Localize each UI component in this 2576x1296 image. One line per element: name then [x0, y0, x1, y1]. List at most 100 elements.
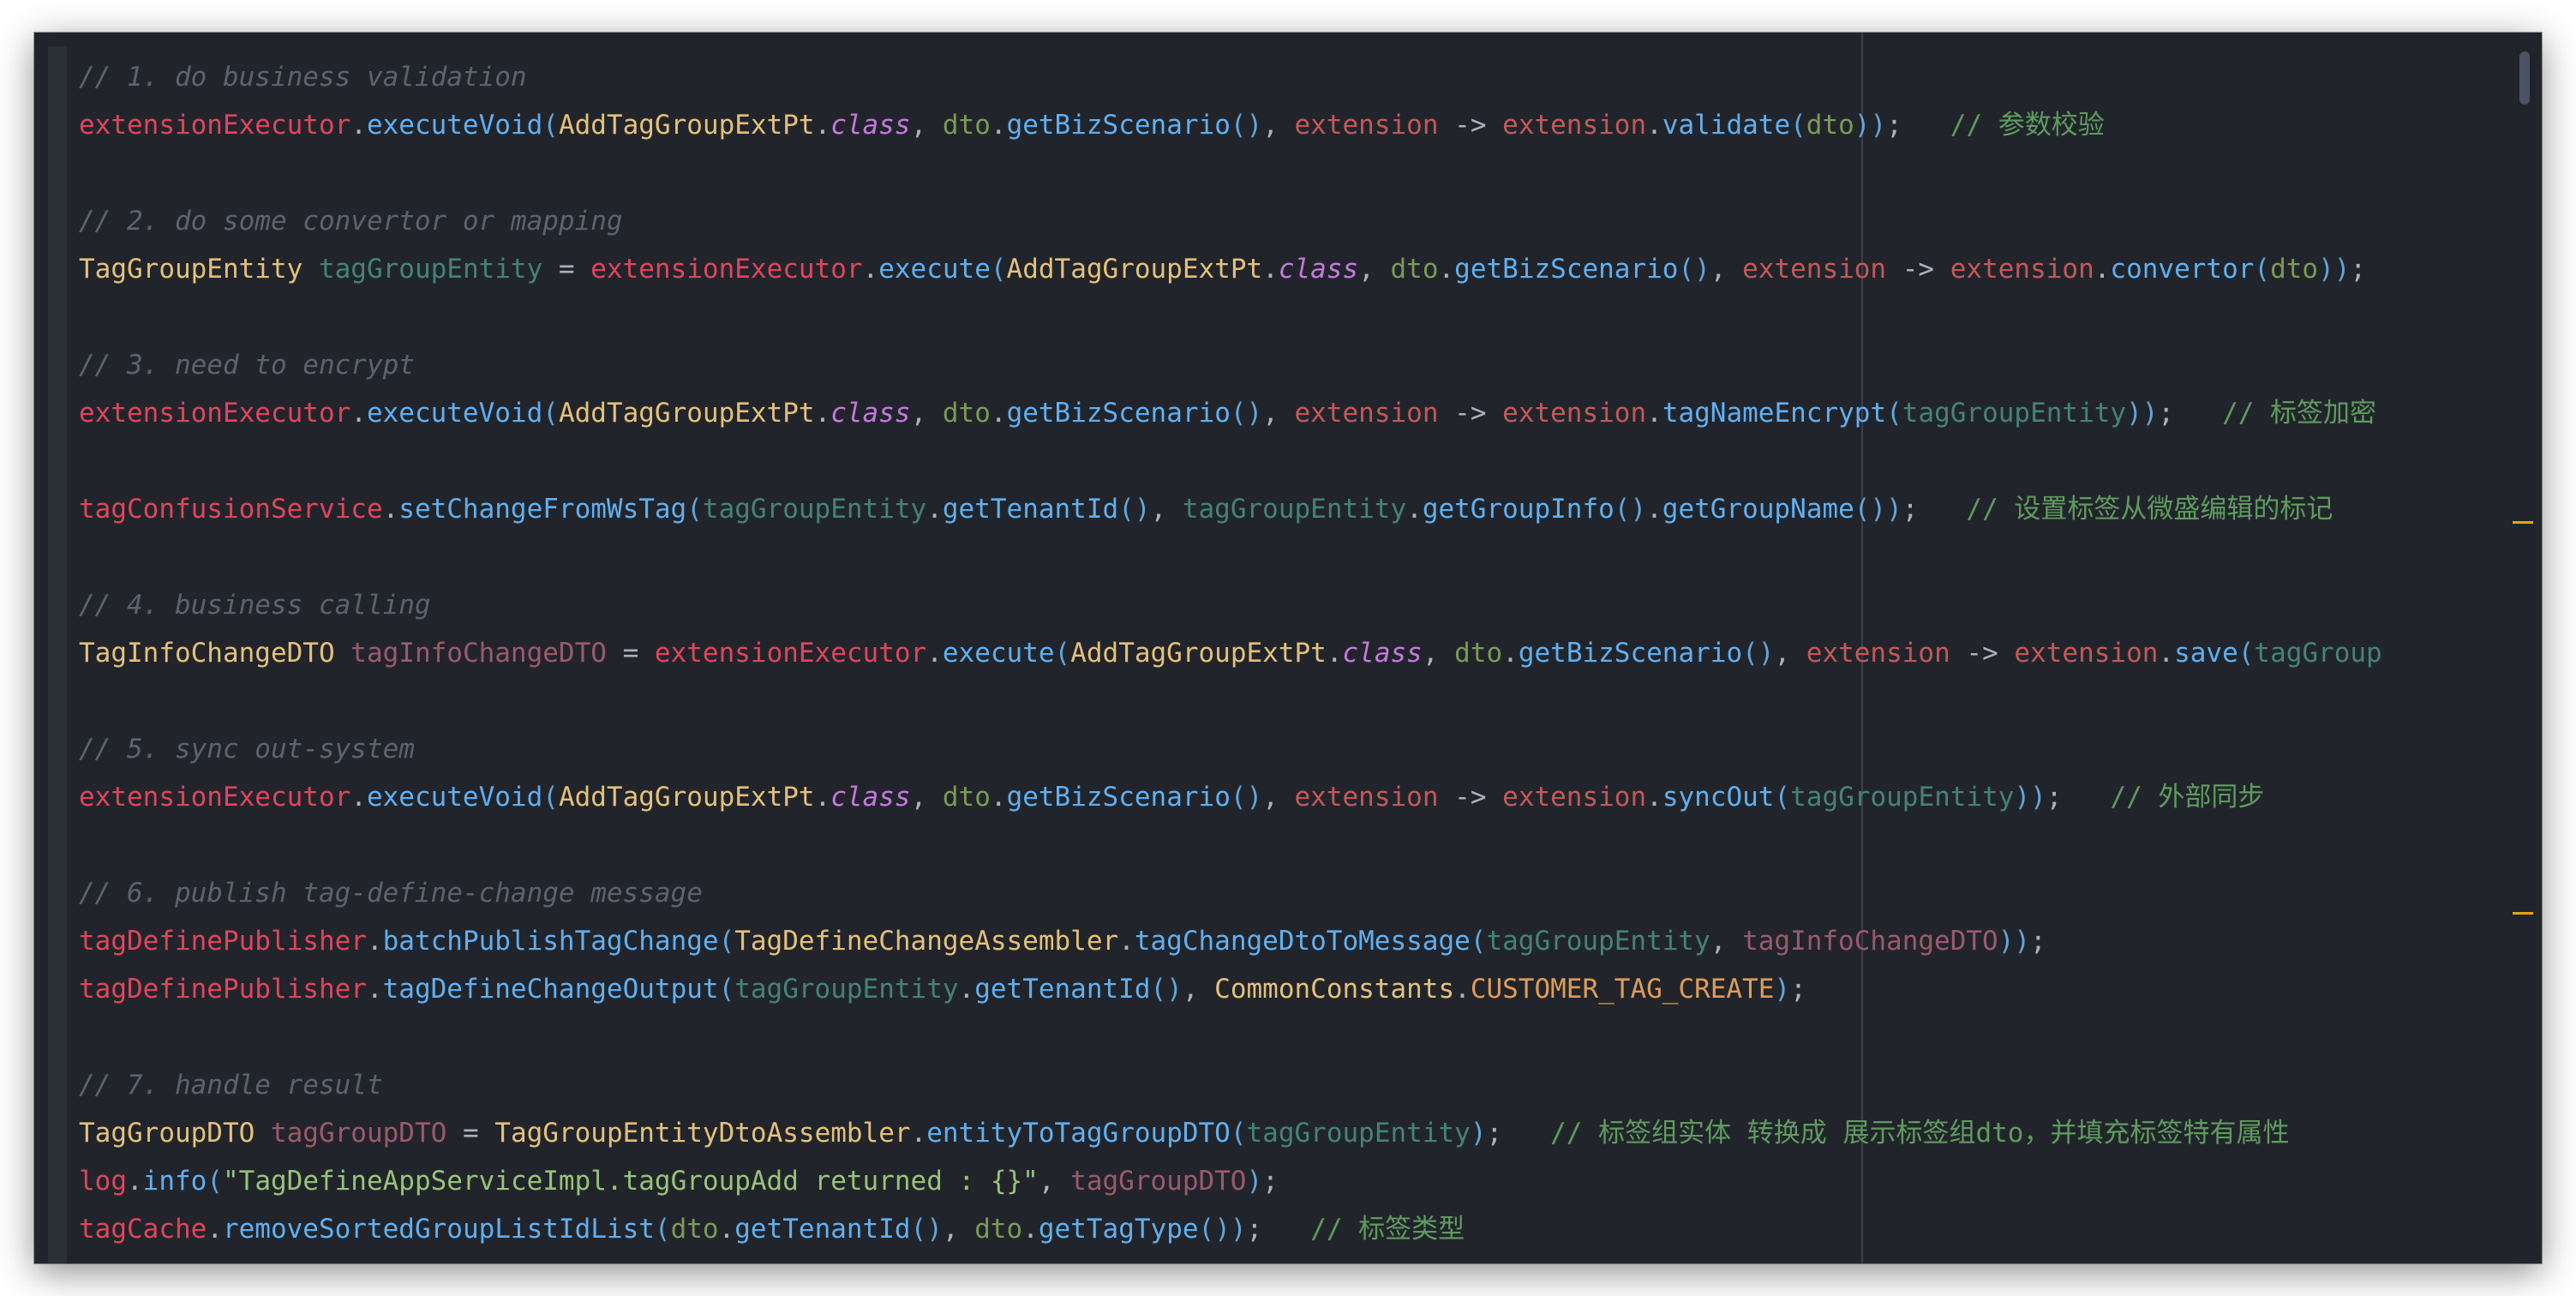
code-token: getBizScenario	[1006, 398, 1231, 429]
blank-line[interactable]	[79, 1013, 2542, 1061]
blank-line[interactable]	[79, 437, 2542, 485]
blank-line[interactable]	[79, 821, 2542, 869]
code-token: getTenantId	[734, 1214, 911, 1245]
code-token: getTenantId	[942, 494, 1119, 525]
code-token: extension	[1502, 398, 1647, 429]
code-line[interactable]: TagGroupDTO tagGroupDTO = TagGroupEntity…	[79, 1109, 2542, 1157]
code-line[interactable]: extensionExecutor.executeVoid(AddTagGrou…	[79, 389, 2542, 437]
code-token: .	[718, 1214, 735, 1245]
code-token: .	[1454, 974, 1471, 1005]
code-token: dto	[942, 398, 991, 429]
code-token: extension	[1950, 254, 2094, 285]
code-token: dto	[974, 1214, 1023, 1245]
blank-line[interactable]	[79, 677, 2542, 725]
code-line[interactable]: extensionExecutor.executeVoid(AddTagGrou…	[79, 101, 2542, 149]
code-line[interactable]: // 3. need to encrypt	[79, 341, 2542, 389]
code-token: tagDefinePublisher	[79, 974, 367, 1005]
code-token: (	[686, 494, 703, 525]
code-token: ->	[1438, 782, 1503, 813]
editor-gutter	[48, 46, 67, 1263]
code-token: extension	[1502, 782, 1647, 813]
code-token: .	[1646, 110, 1662, 141]
code-line[interactable]: log.info("TagDefineAppServiceImpl.tagGro…	[79, 1157, 2542, 1205]
code-token: ))	[2014, 782, 2046, 813]
code-token: syncOut	[1662, 782, 1775, 813]
blank-line[interactable]	[79, 149, 2542, 197]
gutter-warning-marker[interactable]	[2513, 521, 2533, 524]
code-token: dto	[942, 782, 991, 813]
code-token: getGroupName	[1662, 494, 1854, 525]
code-token: executeVoid	[366, 110, 543, 141]
code-token: dto	[2270, 254, 2319, 285]
code-token: .	[814, 398, 831, 429]
code-token: getBizScenario	[1006, 110, 1231, 141]
vertical-scrollbar-thumb[interactable]	[2519, 51, 2530, 105]
code-token: (	[1230, 1118, 1247, 1149]
code-token: getTenantId	[974, 974, 1151, 1005]
code-token: // 7. handle result	[79, 1070, 383, 1101]
code-token: tagGroupEntity	[318, 254, 543, 285]
code-token: tagGroupEntity	[1246, 1118, 1471, 1149]
code-line[interactable]: tagConfusionService.setChangeFromWsTag(t…	[79, 485, 2542, 533]
code-line[interactable]: // 1. do business validation	[79, 53, 2542, 101]
code-token: removeSortedGroupListIdList	[222, 1214, 655, 1245]
code-token: tagNameEncrypt	[1662, 398, 1887, 429]
code-token: ->	[1438, 398, 1503, 429]
code-token: tagGroupEntity	[1902, 398, 2127, 429]
code-token: "TagDefineAppServiceImpl.tagGroupAdd ret…	[223, 1166, 1039, 1197]
code-token: execute	[942, 638, 1055, 669]
code-token: .	[350, 398, 367, 429]
code-token: validate	[1662, 110, 1791, 141]
code-area[interactable]: // 1. do business validation extensionExe…	[79, 53, 2542, 1263]
code-editor-window: // 1. do business validation extensionExe…	[34, 33, 2542, 1263]
blank-line[interactable]	[79, 293, 2542, 341]
code-token: .	[814, 782, 831, 813]
code-token: )	[1774, 974, 1791, 1005]
code-line[interactable]: tagDefinePublisher.batchPublishTagChange…	[79, 917, 2542, 965]
code-token: tagInfoChangeDTO	[1742, 926, 1998, 957]
gutter-warning-marker[interactable]	[2513, 912, 2533, 915]
blank-line[interactable]	[79, 533, 2542, 581]
code-token: (	[207, 1166, 223, 1197]
code-token: class	[1342, 638, 1423, 669]
code-token: extensionExecutor	[79, 398, 351, 429]
code-token: AddTagGroupExtPt	[558, 782, 815, 813]
code-token: TagDefineChangeAssembler	[734, 926, 1119, 957]
code-line[interactable]: // 6. publish tag-define-change message	[79, 869, 2542, 917]
code-token: ())	[1854, 494, 1902, 525]
code-token: ))	[2318, 254, 2351, 285]
code-token: ,	[1150, 494, 1183, 525]
code-line[interactable]: // 7. handle result	[79, 1061, 2542, 1109]
code-token: .	[1646, 398, 1662, 429]
code-line[interactable]: // 4. business calling	[79, 581, 2542, 629]
code-token: =	[542, 254, 591, 285]
code-token: ,	[1774, 638, 1806, 669]
code-token: getGroupInfo	[1422, 494, 1614, 525]
code-token: =	[446, 1118, 495, 1149]
code-token: tagGroup	[2254, 638, 2382, 669]
code-token: ())	[1198, 1214, 1247, 1245]
code-token: ()	[1118, 494, 1151, 525]
code-token: .	[814, 110, 831, 141]
code-line[interactable]: // 2. do some convertor or mapping	[79, 197, 2542, 245]
code-token: ;	[2158, 398, 2223, 429]
code-token: .	[366, 926, 383, 957]
code-line[interactable]: TagGroupEntity tagGroupEntity = extensio…	[79, 245, 2542, 293]
code-token: // 4. business calling	[79, 590, 431, 621]
code-token: .	[1326, 638, 1343, 669]
code-token: (	[718, 974, 735, 1005]
code-token: getBizScenario	[1454, 254, 1679, 285]
code-token: batchPublishTagChange	[382, 926, 719, 957]
code-token: (	[2254, 254, 2271, 285]
code-token: )	[1246, 1166, 1263, 1197]
code-line[interactable]: extensionExecutor.executeVoid(AddTagGrou…	[79, 773, 2542, 821]
code-token: executeVoid	[366, 398, 543, 429]
code-line[interactable]: // 5. sync out-system	[79, 725, 2542, 773]
code-line[interactable]: TagInfoChangeDTO tagInfoChangeDTO = exte…	[79, 629, 2542, 677]
code-line[interactable]: tagDefinePublisher.tagDefineChangeOutput…	[79, 965, 2542, 1013]
code-line[interactable]: tagCache.removeSortedGroupListIdList(dto…	[79, 1205, 2542, 1253]
code-token: save	[2174, 638, 2238, 669]
code-token: TagInfoChangeDTO	[79, 638, 335, 669]
code-token: .	[127, 1166, 143, 1197]
